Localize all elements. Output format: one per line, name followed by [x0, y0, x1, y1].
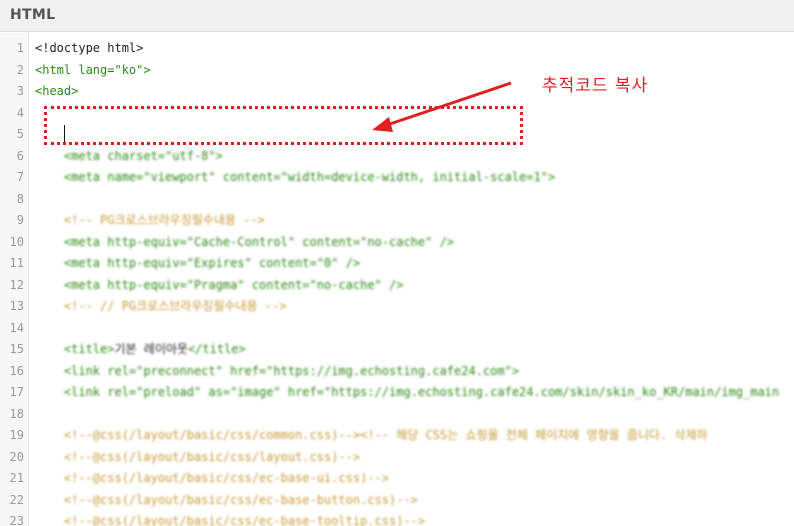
annotation-label: 추적코드 복사	[542, 76, 649, 96]
code-line: <!-- PG크로스브라우징필수내용 -->	[35, 213, 265, 227]
code-line: <!--@css(/layout/basic/css/layout.css)--…	[35, 450, 360, 464]
code-line: <meta http-equiv="Cache-Control" content…	[35, 235, 454, 249]
code-line: <meta http-equiv="Pragma" content="no-ca…	[35, 277, 404, 292]
highlight-box	[44, 106, 523, 145]
line-number: 4	[16, 105, 24, 120]
line-number: 8	[16, 191, 24, 206]
code-line: <head>	[35, 84, 78, 98]
code-token: <head>	[35, 84, 79, 98]
code-token: <meta http-equiv="Pragma" content="no-ca…	[35, 277, 404, 292]
line-number: 12	[9, 277, 24, 292]
code-token: <!--@css(/layout/basic/css/ec-base-toolt…	[35, 514, 426, 526]
code-token: <!--@css(/layout/basic/css/common.css)--…	[35, 428, 708, 442]
line-number: 13	[9, 299, 24, 313]
code-token: <meta charset="utf-8">	[35, 148, 223, 163]
line-number: 23	[9, 514, 24, 526]
line-number: 16	[9, 363, 24, 378]
line-number-gutter: 1 2 3 4 5 6 7 8 9 10 11 12 13 14 15 16 17 18 19 20 21 22 23	[0, 33, 29, 526]
code-token: <!-- PG크로스브라우징필수내용 -->	[35, 213, 265, 227]
line-number: 14	[9, 320, 24, 335]
code-token: </title>	[187, 342, 246, 356]
code-token: 기본 레이아웃	[114, 342, 188, 356]
code-line: <link rel="preload" as="image" href="htt…	[35, 385, 779, 399]
line-number: 21	[9, 471, 24, 485]
code-token: <!-- // PG크로스브라우징필수내용 -->	[35, 299, 287, 313]
code-token: <title>	[35, 342, 115, 356]
code-line: <!--@css(/layout/basic/css/common.css)--…	[35, 428, 708, 442]
code-line: <title>기본 레이아웃</title>	[35, 342, 246, 356]
code-token: <!doctype html>	[35, 41, 144, 55]
code-line: <html lang="ko">	[35, 63, 151, 77]
code-token: <link rel="preconnect" href="https://img…	[35, 363, 520, 378]
code-line: <meta name="viewport" content="width=dev…	[35, 170, 555, 184]
line-number: 18	[9, 406, 24, 421]
editor-header: HTML	[0, 0, 794, 32]
line-number: 3	[16, 84, 24, 98]
code-line: <!--@css(/layout/basic/css/ec-base-ui.cs…	[35, 471, 389, 485]
line-number: 10	[9, 234, 24, 249]
code-line: <!-- // PG크로스브라우징필수내용 -->	[35, 299, 287, 313]
code-token: <meta name="viewport" content="width=dev…	[35, 170, 556, 184]
line-number: 15	[9, 342, 24, 356]
code-token: <html lang="ko">	[35, 62, 151, 77]
code-token: <!--@css(/layout/basic/css/ec-base-ui.cs…	[35, 471, 390, 485]
line-number: 2	[16, 62, 24, 77]
code-line: <link rel="preconnect" href="https://img…	[35, 364, 519, 378]
code-token: <meta http-equiv="Cache-Control" content…	[35, 234, 455, 249]
code-line: <!--@css(/layout/basic/css/ec-base-toolt…	[35, 514, 425, 526]
line-number: 1	[16, 41, 24, 55]
code-token: <!--@css(/layout/basic/css/layout.css)--…	[35, 449, 361, 464]
line-number: 7	[16, 170, 24, 184]
line-number: 17	[9, 385, 24, 399]
line-number: 20	[9, 449, 24, 464]
code-line: <!doctype html>	[35, 41, 143, 55]
line-number: 6	[16, 148, 24, 163]
code-line: <meta charset="utf-8">	[35, 149, 223, 163]
code-token: <meta http-equiv="Expires" content="0" /…	[35, 256, 361, 270]
line-number: 5	[16, 127, 24, 141]
code-line: <!--@css(/layout/basic/css/ec-base-butto…	[35, 493, 418, 507]
panel-title: HTML	[10, 7, 56, 23]
line-number: 22	[9, 492, 24, 507]
line-number: 19	[9, 428, 24, 442]
line-number: 11	[9, 256, 24, 270]
code-token: <link rel="preload" as="image" href="htt…	[35, 385, 780, 399]
code-line: <meta http-equiv="Expires" content="0" /…	[35, 256, 360, 270]
line-number: 9	[16, 213, 24, 227]
code-token: <!--@css(/layout/basic/css/ec-base-butto…	[35, 492, 418, 507]
